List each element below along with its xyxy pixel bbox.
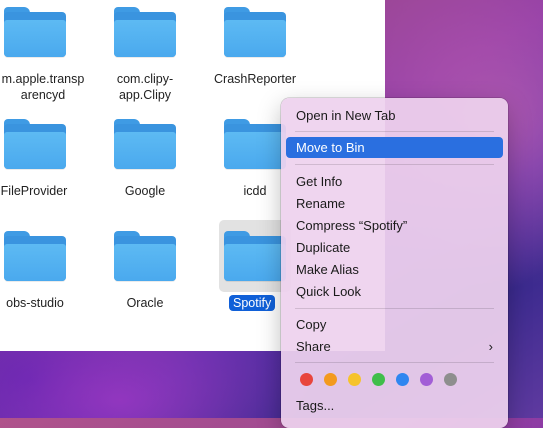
menu-item-quick-look[interactable]: Quick Look — [286, 281, 503, 302]
tag-gray[interactable] — [444, 373, 457, 386]
menu-item-rename[interactable]: Rename — [286, 193, 503, 214]
folder-icon[interactable] — [4, 231, 66, 281]
menu-separator — [295, 164, 494, 165]
file-label[interactable]: com.clipy-app.Clipy — [100, 71, 190, 103]
menu-item-get-info[interactable]: Get Info — [286, 171, 503, 192]
tag-orange[interactable] — [324, 373, 337, 386]
menu-item-move-to-bin[interactable]: Move to Bin — [286, 137, 503, 158]
file-label[interactable]: CrashReporter — [205, 71, 305, 87]
folder-icon[interactable] — [224, 119, 286, 169]
menu-item-copy[interactable]: Copy — [286, 314, 503, 335]
file-label[interactable]: m.apple.transp arencyd — [0, 71, 88, 103]
menu-separator — [295, 131, 494, 132]
tag-purple[interactable] — [420, 373, 433, 386]
file-label[interactable]: FileProvider — [0, 183, 70, 199]
tag-blue[interactable] — [396, 373, 409, 386]
menu-item-duplicate[interactable]: Duplicate — [286, 237, 503, 258]
menu-item-compress[interactable]: Compress “Spotify” — [286, 215, 503, 236]
folder-icon[interactable] — [114, 7, 176, 57]
context-menu: Open in New Tab Move to Bin Get Info Ren… — [281, 98, 508, 428]
folder-icon[interactable] — [114, 119, 176, 169]
file-label-selected[interactable]: Spotify — [229, 295, 276, 311]
tag-green[interactable] — [372, 373, 385, 386]
tag-yellow[interactable] — [348, 373, 361, 386]
folder-icon[interactable] — [224, 231, 286, 281]
folder-icon[interactable] — [4, 119, 66, 169]
file-label[interactable]: obs-studio — [0, 295, 75, 311]
folder-icon[interactable] — [4, 7, 66, 57]
menu-separator — [295, 362, 494, 363]
menu-item-make-alias[interactable]: Make Alias — [286, 259, 503, 280]
menu-item-open-new-tab[interactable]: Open in New Tab — [286, 105, 503, 126]
folder-icon[interactable] — [114, 231, 176, 281]
file-label[interactable]: Google — [105, 183, 185, 199]
menu-item-share[interactable]: Share › — [286, 336, 503, 357]
folder-icon[interactable] — [224, 7, 286, 57]
chevron-right-icon: › — [488, 339, 493, 354]
menu-item-tags[interactable]: Tags... — [286, 395, 503, 416]
tag-red[interactable] — [300, 373, 313, 386]
menu-separator — [295, 308, 494, 309]
file-label[interactable]: Oracle — [105, 295, 185, 311]
